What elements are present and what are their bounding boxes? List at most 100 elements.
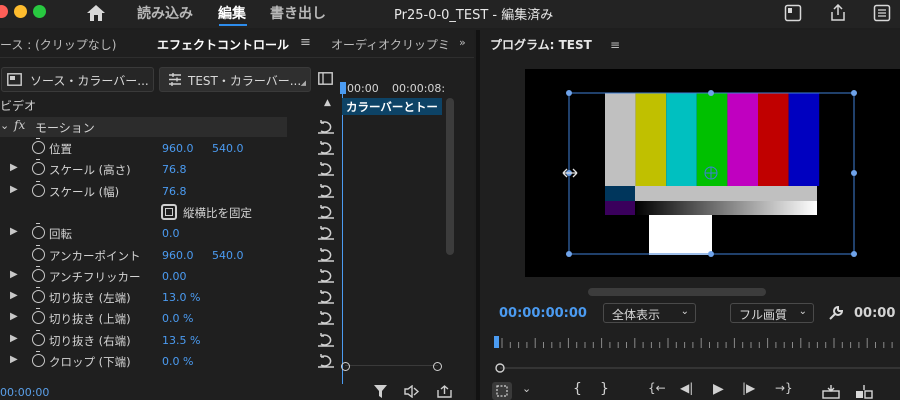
export-frame-icon[interactable] [437,385,452,398]
property-value[interactable]: 0.0 [162,227,180,240]
nav-edit[interactable]: 編集 [218,3,246,23]
property-value[interactable]: 960.0 [162,142,194,155]
zoom-level-dropdown[interactable]: 全体表示 ⌄ [603,303,696,323]
reset-icon[interactable] [318,332,335,347]
program-menu-icon[interactable]: ≡ [610,38,620,52]
stopwatch-icon[interactable] [32,180,45,197]
program-horizontal-scrollbar[interactable] [588,288,766,296]
filter-icon[interactable] [374,385,387,398]
property-value[interactable]: 13.0 % [162,291,200,304]
source-clip-selector[interactable]: ソース・カラーバー... [1,67,154,92]
insert-icon[interactable] [822,385,840,399]
reset-icon[interactable] [318,141,335,155]
minimize-window-button[interactable] [14,5,27,18]
vertical-scrollbar[interactable] [446,98,454,255]
step-back-icon[interactable]: ◀| [680,381,693,395]
stopwatch-icon[interactable] [32,308,45,325]
property-value[interactable]: 0.0 % [162,355,193,368]
playhead-handle[interactable] [340,82,346,94]
home-icon[interactable] [86,4,106,22]
expand-arrow-icon[interactable]: ▶ [10,226,18,237]
tab-source[interactable]: ース : (クリップなし) [0,36,116,53]
expand-arrow-icon[interactable]: ▶ [10,162,18,173]
property-value[interactable]: 13.5 % [162,334,200,347]
property-value[interactable]: 76.8 [162,163,187,176]
program-zoom-bar[interactable] [494,363,900,373]
motion-effect-row[interactable]: ⌄ fx モーション [0,117,287,137]
program-monitor-title[interactable]: プログラム: TEST ≡ [490,36,620,53]
property-row[interactable]: ▶ クロップ (下端) 0.0 % [0,351,342,372]
tab-audio-clip-mixer[interactable]: オーディオクリップミ [331,36,457,53]
reset-icon[interactable] [318,311,335,326]
stopwatch-icon[interactable] [32,159,45,176]
reset-icon[interactable] [318,247,335,262]
property-row[interactable]: ▶ 回転 0.0 [0,223,342,244]
nav-import[interactable]: 読み込み [137,3,193,23]
collapse-section-icon[interactable]: ▲ [324,98,331,108]
go-to-in-icon[interactable]: {← [648,381,666,395]
stopwatch-icon[interactable] [32,138,45,154]
stopwatch-icon[interactable] [32,223,45,240]
settings-wrench-icon[interactable] [828,305,844,321]
safe-margins-button[interactable] [492,382,512,400]
expand-arrow-icon[interactable]: ▶ [10,311,18,322]
property-value-secondary[interactable]: 540.0 [212,142,244,155]
expand-arrow-icon[interactable]: ▶ [10,269,18,280]
audio-playback-icon[interactable] [404,385,420,398]
property-row[interactable]: ▶ 切り抜き (上端) 0.0 % [0,308,342,329]
property-row[interactable]: 位置 960.0 540.0 [0,138,342,159]
close-window-button[interactable] [0,5,8,18]
toggle-timeline-icon[interactable] [318,72,333,85]
share-icon[interactable] [829,4,847,22]
program-time-ruler[interactable] [494,334,900,350]
expand-arrow-icon[interactable]: ▶ [10,333,18,344]
video-section-header[interactable]: ビデオ ▲ [0,96,342,116]
effect-clip-bar[interactable]: カラーバーとトー [342,98,442,115]
playhead-line[interactable] [342,84,343,384]
reset-icon[interactable] [318,183,335,198]
mark-in-icon[interactable]: { [573,381,582,397]
program-timecode[interactable]: 00:00:00:00 [499,306,587,321]
expand-arrow-icon[interactable]: ▶ [10,290,18,301]
property-row[interactable]: ▶ スケール (幅) 76.8 [0,180,342,202]
property-value[interactable]: 0.00 [162,270,187,283]
stopwatch-icon[interactable] [32,287,45,304]
timeline-zoom-scrollbar[interactable] [341,362,442,373]
property-value[interactable]: 0.0 % [162,312,193,325]
stopwatch-icon[interactable] [32,265,45,282]
more-tabs-icon[interactable]: » [459,36,466,49]
expand-arrow-icon[interactable]: ▶ [10,184,18,195]
property-value[interactable]: 76.8 [162,185,187,198]
panel-menu-icon[interactable]: ≡ [300,35,311,50]
stopwatch-icon[interactable] [32,351,45,367]
property-row[interactable]: 縦横比を固定 [0,202,342,223]
go-to-out-icon[interactable]: →} [775,381,793,395]
workspace-menu-icon[interactable] [873,4,891,22]
step-forward-icon[interactable]: |▶ [742,381,755,395]
zoom-window-button[interactable] [33,5,46,18]
reset-icon[interactable] [318,204,335,219]
sequence-clip-selector[interactable]: TEST・カラーバー... ◢ [159,67,311,92]
property-value-secondary[interactable]: 540.0 [212,249,244,262]
stopwatch-icon[interactable] [32,329,45,346]
expand-arrow-icon[interactable]: ▶ [10,354,18,365]
reset-icon[interactable] [318,226,335,240]
property-value[interactable]: 960.0 [162,249,194,262]
fx-badge[interactable]: fx [14,118,25,132]
mark-out-icon[interactable]: } [600,381,609,397]
nav-export[interactable]: 書き出し [270,3,326,23]
playback-resolution-dropdown[interactable]: フル画質 ⌄ [730,303,814,323]
overwrite-icon[interactable] [855,385,873,399]
chevron-down-icon[interactable]: ⌄ [522,382,531,395]
play-icon[interactable]: ▶ [713,381,724,397]
property-row[interactable]: アンカーポイント 960.0 540.0 [0,244,342,266]
uniform-scale-checkbox[interactable] [161,203,177,220]
tab-effect-controls[interactable]: エフェクトコントロール [157,36,289,53]
expand-motion-icon[interactable]: ⌄ [0,119,9,132]
effect-controls-timecode[interactable]: 00:00:00 [0,386,49,399]
quick-export-icon[interactable] [784,4,802,22]
reset-icon[interactable] [318,162,335,177]
reset-icon[interactable] [318,354,335,368]
reset-icon[interactable] [318,290,335,304]
property-row[interactable]: ▶ 切り抜き (左端) 13.0 % [0,287,342,308]
